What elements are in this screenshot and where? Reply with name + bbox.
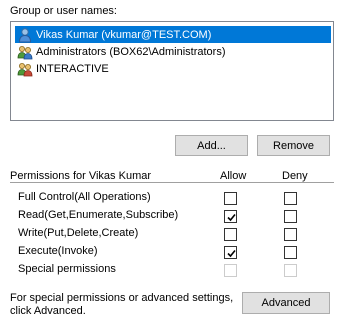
permissions-separator — [10, 182, 334, 183]
add-button-label: Add... — [197, 139, 226, 152]
deny-header-text: Deny — [282, 170, 308, 182]
list-item-user-0[interactable]: Vikas Kumar (vkumar@TEST.COM) — [15, 26, 331, 43]
permission-label: Special permissions — [18, 263, 116, 275]
deny-column-header: Deny — [282, 170, 308, 182]
deny-checkbox[interactable] — [284, 246, 297, 259]
deny-checkbox[interactable] — [284, 192, 297, 205]
advanced-note-line1: For special permissions or advanced sett… — [10, 292, 234, 304]
deny-checkbox — [284, 264, 297, 277]
advanced-button[interactable]: Advanced — [242, 292, 330, 314]
allow-header-text: Allow — [220, 170, 247, 182]
deny-checkbox[interactable] — [284, 228, 297, 241]
group-label-text: Group or user names: — [10, 5, 117, 17]
allow-checkbox — [224, 264, 237, 277]
user-name: Vikas Kumar (vkumar@TEST.COM) — [36, 28, 212, 41]
user-list[interactable]: Vikas Kumar (vkumar@TEST.COM) Administra… — [10, 21, 334, 121]
advanced-button-label: Advanced — [261, 297, 311, 309]
list-item-user-1[interactable]: Administrators (BOX62\Administrators) — [15, 43, 331, 60]
allow-checkbox[interactable] — [224, 192, 237, 205]
permission-row: Write(Put,Delete,Create) — [18, 227, 138, 244]
checkmark-icon — [227, 249, 236, 258]
allow-checkbox[interactable] — [224, 228, 237, 241]
allow-checkbox[interactable] — [224, 210, 237, 223]
user-name: INTERACTIVE — [36, 62, 109, 75]
allow-column-header: Allow — [220, 170, 246, 182]
group-icon — [17, 61, 33, 77]
permissions-header-text: Permissions for Vikas Kumar — [10, 170, 152, 182]
permission-row: Special permissions — [18, 263, 116, 280]
permission-row: Read(Get,Enumerate,Subscribe) — [18, 209, 178, 226]
permissions-header: Permissions for Vikas Kumar — [10, 170, 151, 182]
user-icon — [17, 27, 33, 43]
remove-button[interactable]: Remove — [257, 135, 330, 156]
list-item-user-2[interactable]: INTERACTIVE — [15, 60, 331, 77]
permission-label: Write(Put,Delete,Create) — [18, 227, 139, 239]
permission-label: Execute(Invoke) — [18, 245, 98, 257]
deny-checkbox[interactable] — [284, 210, 297, 223]
group-or-user-names-label: Group or user names: — [10, 5, 117, 17]
permission-label: Read(Get,Enumerate,Subscribe) — [18, 209, 179, 221]
add-button[interactable]: Add... — [175, 135, 248, 156]
permission-label: Full Control(All Operations) — [18, 191, 151, 203]
group-icon — [17, 44, 33, 60]
advanced-note: For special permissions or advanced sett… — [10, 292, 233, 318]
remove-button-label: Remove — [273, 139, 314, 152]
user-name: Administrators (BOX62\Administrators) — [36, 45, 226, 58]
permission-row: Execute(Invoke) — [18, 245, 97, 262]
advanced-note-line2: click Advanced. — [10, 305, 86, 317]
allow-checkbox[interactable] — [224, 246, 237, 259]
permission-row: Full Control(All Operations) — [18, 191, 151, 208]
checkmark-icon — [227, 213, 236, 222]
